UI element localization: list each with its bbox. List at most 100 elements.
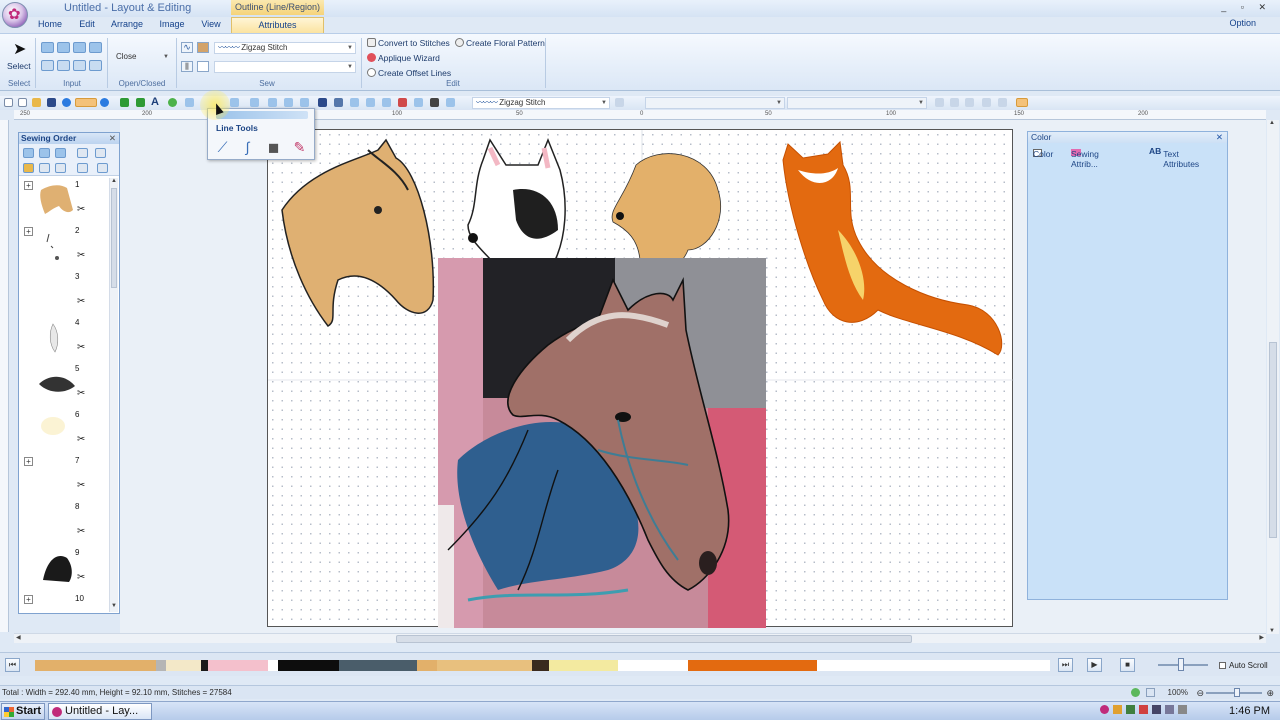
- sew-tool-icon[interactable]: [95, 148, 106, 158]
- design-canvas[interactable]: [267, 129, 1014, 628]
- scroll-up-icon[interactable]: ▲: [1269, 120, 1275, 126]
- start-button[interactable]: Start: [1, 703, 45, 720]
- stop-button[interactable]: ■: [1120, 658, 1135, 672]
- arrow-green-icon[interactable]: [120, 98, 129, 107]
- tab-attributes[interactable]: Attributes: [231, 17, 324, 33]
- scroll-down-icon[interactable]: ▼: [1269, 628, 1275, 634]
- open-folder-icon[interactable]: [32, 98, 41, 107]
- pattern-select[interactable]: ▼: [787, 97, 927, 109]
- hand-icon[interactable]: [982, 98, 991, 107]
- distribute-icon[interactable]: [350, 98, 359, 107]
- poodle-head-embroidery[interactable]: [611, 153, 722, 273]
- new-document-icon[interactable]: [18, 98, 27, 107]
- color-segment[interactable]: [816, 660, 1051, 671]
- list-item[interactable]: 5 ✂: [19, 362, 109, 408]
- select-pointer-icon[interactable]: [1016, 98, 1028, 107]
- stitch-type-select[interactable]: 〰〰〰 Zigzag Stitch ▼: [472, 97, 610, 109]
- globe-icon[interactable]: [100, 98, 109, 107]
- list-item[interactable]: + 7 ✂: [19, 454, 109, 500]
- list-item[interactable]: + 10: [19, 592, 109, 612]
- save-icon[interactable]: [47, 98, 56, 107]
- scissors-icon[interactable]: ✂: [77, 204, 85, 215]
- horizontal-scroll-thumb[interactable]: [396, 635, 912, 643]
- tab-arrange[interactable]: Arrange: [109, 17, 145, 33]
- list-item[interactable]: + 1 ✂: [19, 178, 109, 224]
- color-segment[interactable]: [549, 660, 619, 671]
- taskbar-app-button[interactable]: Untitled - Lay...: [48, 703, 152, 720]
- color-segment[interactable]: [437, 660, 533, 671]
- input-tool-4-icon[interactable]: [89, 42, 102, 53]
- scissors-icon[interactable]: ✂: [77, 526, 85, 537]
- select-button-label[interactable]: Select: [7, 61, 31, 71]
- zoom-icon[interactable]: [998, 98, 1007, 107]
- sew-tool-icon[interactable]: [39, 163, 50, 173]
- sew-tool-icon[interactable]: [77, 148, 88, 158]
- new-file-icon[interactable]: [4, 98, 13, 107]
- list-item[interactable]: 3 ✂: [19, 270, 109, 316]
- tool-icon[interactable]: [615, 98, 624, 107]
- list-item[interactable]: 9 ✂: [19, 546, 109, 592]
- play-button[interactable]: ▶: [1087, 658, 1102, 672]
- step-back-button[interactable]: ⏮: [5, 658, 20, 672]
- app-menu-button[interactable]: ✿: [2, 2, 28, 28]
- color-segment[interactable]: [532, 660, 550, 671]
- tray-icon[interactable]: [1152, 705, 1161, 714]
- expand-icon[interactable]: +: [24, 181, 33, 190]
- tool-icon[interactable]: [446, 98, 455, 107]
- create-floral-pattern-button[interactable]: Create Floral Pattern: [455, 38, 545, 48]
- tray-icon[interactable]: [1139, 705, 1148, 714]
- expand-icon[interactable]: +: [24, 227, 33, 236]
- scissors-icon[interactable]: ✂: [77, 388, 85, 399]
- list-item[interactable]: 8 ✂: [19, 500, 109, 546]
- horizontal-scrollbar[interactable]: ◀ ▶: [14, 633, 1266, 643]
- sew-tool-icon[interactable]: [55, 163, 66, 173]
- input-tool-8-icon[interactable]: [89, 60, 102, 71]
- color-segment[interactable]: [618, 660, 688, 671]
- auto-scroll-checkbox[interactable]: Auto Scroll: [1219, 661, 1268, 670]
- close-icon[interactable]: ✕: [1216, 132, 1223, 143]
- zoom-out-icon[interactable]: ⊖: [1196, 687, 1204, 700]
- zoom-slider-thumb[interactable]: [1234, 688, 1240, 697]
- color-sequence-track[interactable]: [35, 660, 1051, 671]
- tool-icon[interactable]: [430, 98, 439, 107]
- input-tool-2-icon[interactable]: [57, 42, 70, 53]
- scissors-icon[interactable]: ✂: [77, 480, 85, 491]
- tab-view[interactable]: View: [198, 17, 224, 33]
- rotate-icon[interactable]: [366, 98, 375, 107]
- line-color-icon[interactable]: [197, 42, 209, 53]
- applique-wizard-button[interactable]: Applique Wizard: [367, 53, 440, 63]
- list-item[interactable]: 6 ✂: [19, 408, 109, 454]
- shape-tool-icon[interactable]: [168, 98, 177, 107]
- region-sew-icon[interactable]: ⫼: [181, 61, 193, 72]
- list-item[interactable]: 4 ✂: [19, 316, 109, 362]
- region-color-icon[interactable]: [197, 61, 209, 72]
- tool-icon[interactable]: [284, 98, 293, 107]
- tray-icon[interactable]: [1113, 705, 1122, 714]
- scissors-icon[interactable]: ✂: [77, 572, 85, 583]
- list-item[interactable]: + 2 ✂: [19, 224, 109, 270]
- tab-edit[interactable]: Edit: [74, 17, 100, 33]
- open-closed-select[interactable]: Close ▼: [112, 51, 172, 63]
- volume-icon[interactable]: [1178, 705, 1187, 714]
- tool-icon[interactable]: [230, 98, 239, 107]
- region-stitch-select[interactable]: ▼: [214, 61, 356, 73]
- tool-icon[interactable]: [935, 98, 944, 107]
- scissors-icon[interactable]: ✂: [77, 342, 85, 353]
- shape-stamp-icon[interactable]: ◼: [264, 138, 283, 157]
- delete-icon[interactable]: [398, 98, 407, 107]
- expand-icon[interactable]: +: [24, 457, 33, 466]
- color-segment[interactable]: [200, 660, 208, 671]
- scissors-icon[interactable]: ✂: [77, 250, 85, 261]
- flip-icon[interactable]: [382, 98, 391, 107]
- tab-image[interactable]: Image: [156, 17, 188, 33]
- network-icon[interactable]: [1165, 705, 1174, 714]
- tool-icon[interactable]: [950, 98, 959, 107]
- input-tool-6-icon[interactable]: [57, 60, 70, 71]
- horse-photo[interactable]: [438, 258, 766, 628]
- horse-head-embroidery[interactable]: [281, 138, 435, 327]
- expand-icon[interactable]: +: [24, 595, 33, 604]
- text-tool-icon[interactable]: A: [151, 96, 159, 108]
- sew-pointer-icon[interactable]: [97, 163, 108, 173]
- option-button[interactable]: Option: [1229, 18, 1256, 28]
- scroll-up-icon[interactable]: ▲: [110, 178, 118, 187]
